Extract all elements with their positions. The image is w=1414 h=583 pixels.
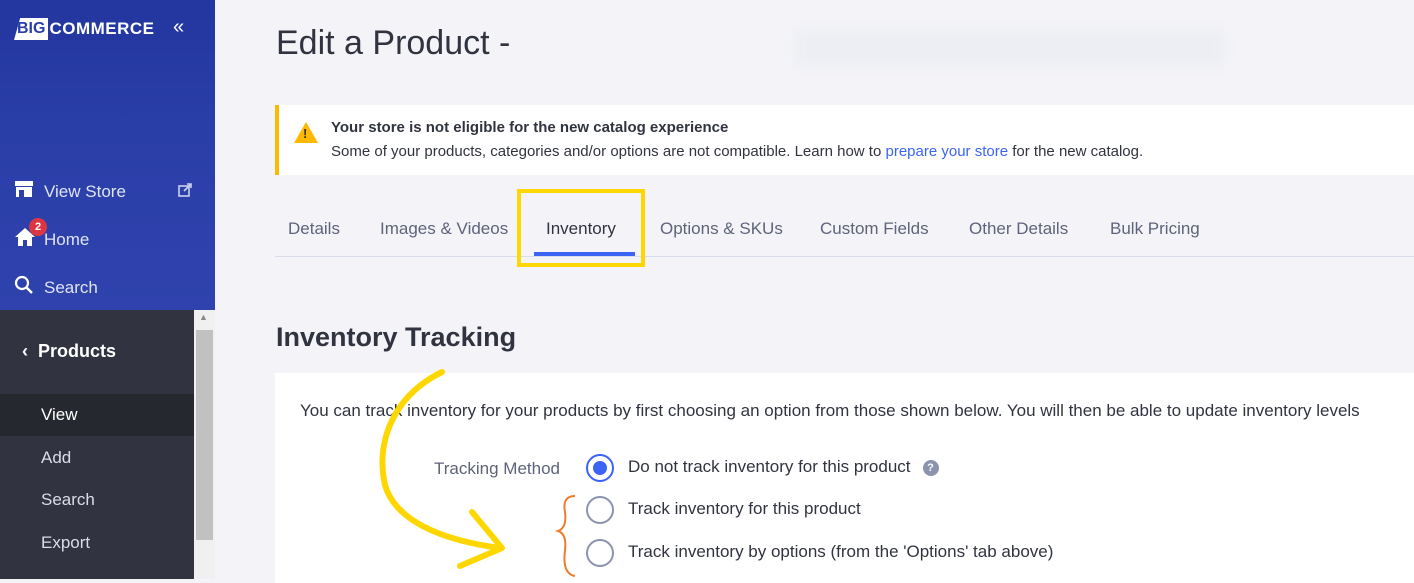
main-content: Edit a Product - ! Your store is not eli… — [215, 0, 1414, 583]
collapse-sidebar-icon[interactable]: « — [173, 16, 184, 39]
radio-track-options[interactable] — [586, 539, 614, 567]
tab-details[interactable]: Details — [288, 219, 340, 239]
nav-view-store-label: View Store — [44, 181, 126, 201]
option-track-options[interactable]: Track inventory by options (from the 'Op… — [628, 542, 1053, 562]
chevron-left-icon: ‹ — [22, 341, 28, 361]
submenu-item-export[interactable]: Export — [0, 522, 194, 564]
radio-no-tracking[interactable] — [586, 454, 614, 482]
search-icon — [14, 275, 38, 300]
alert-text-before: Some of your products, categories and/or… — [331, 143, 886, 160]
tab-images-videos[interactable]: Images & Videos — [380, 219, 508, 239]
logo-commerce: COMMERCE — [49, 19, 155, 38]
help-icon[interactable]: ? — [922, 459, 939, 476]
submenu-item-add[interactable]: Add — [0, 437, 194, 479]
warning-icon: ! — [294, 122, 318, 143]
external-link-icon[interactable] — [178, 183, 192, 200]
tab-custom-fields[interactable]: Custom Fields — [820, 219, 929, 239]
inventory-description: You can track inventory for your product… — [300, 401, 1360, 420]
alert-text: Some of your products, categories and/or… — [331, 143, 1143, 160]
inventory-tab-highlight — [517, 189, 645, 267]
product-tabs: Details Images & Videos Inventory Option… — [275, 205, 1414, 257]
nav-search[interactable]: Search — [14, 275, 98, 300]
option-no-tracking-label: Do not track inventory for this product — [628, 457, 911, 476]
inventory-section-title: Inventory Tracking — [276, 322, 517, 352]
inventory-card: You can track inventory for your product… — [275, 373, 1414, 583]
nav-search-label: Search — [44, 277, 98, 297]
logo-big: BIG — [14, 18, 49, 40]
catalog-warning-alert: ! Your store is not eligible for the new… — [275, 105, 1414, 175]
redacted-product-name — [795, 30, 1225, 66]
option-no-tracking[interactable]: Do not track inventory for this product? — [628, 457, 939, 477]
products-section-label: Products — [38, 341, 117, 361]
tab-bulk-pricing[interactable]: Bulk Pricing — [1110, 219, 1200, 239]
alert-text-after: for the new catalog. — [1008, 143, 1144, 160]
submenu-item-search[interactable]: Search — [0, 479, 194, 521]
bigcommerce-logo[interactable]: BIG COMMERCE — [14, 18, 155, 40]
nav-home-label: Home — [44, 229, 90, 249]
tab-other-details[interactable]: Other Details — [969, 219, 1068, 239]
scroll-up-icon[interactable]: ▲ — [199, 312, 208, 322]
products-back-button[interactable]: ‹ Products — [22, 341, 116, 362]
nav-home[interactable]: Home — [14, 227, 89, 252]
tracking-method-label: Tracking Method — [434, 459, 560, 478]
sidebar: BIG COMMERCE « View Store Home 2 Search … — [0, 0, 215, 579]
radio-track-product[interactable] — [586, 496, 614, 524]
nav-view-store[interactable]: View Store — [14, 180, 126, 203]
tab-options-skus[interactable]: Options & SKUs — [660, 219, 783, 239]
notification-badge: 2 — [29, 218, 47, 236]
submenu-item-view[interactable]: View — [0, 394, 194, 436]
sidebar-header — [0, 0, 215, 310]
alert-title: Your store is not eligible for the new c… — [331, 119, 729, 136]
storefront-icon — [14, 180, 38, 203]
option-track-product[interactable]: Track inventory for this product — [628, 499, 861, 519]
prepare-store-link[interactable]: prepare your store — [886, 143, 1009, 160]
page-title: Edit a Product - — [276, 24, 511, 62]
scrollbar-thumb[interactable] — [196, 330, 213, 540]
